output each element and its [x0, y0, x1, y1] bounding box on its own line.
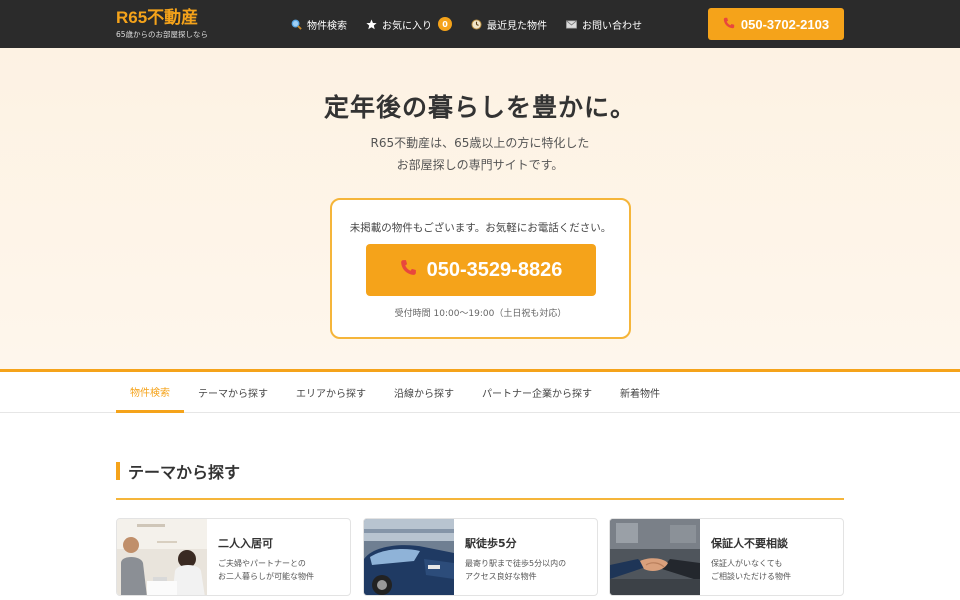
- tab-line[interactable]: 沿線から探す: [394, 372, 454, 413]
- header-nav: 物件検索 お気に入り 0 最近見た物件 お問い合わせ: [290, 0, 642, 48]
- hero-description: R65不動産は、65歳以上の方に特化した お部屋探しの専門サイトです。: [0, 132, 960, 176]
- search-tabs: 物件検索 テーマから探す エリアから探す 沿線から探す パートナー企業から探す …: [0, 369, 960, 413]
- theme-card-image: [610, 519, 700, 595]
- nav-label: 最近見た物件: [487, 20, 547, 32]
- theme-card-desc-line: お二人暮らしが可能な物件: [218, 572, 314, 581]
- theme-card-desc-line: アクセス良好な物件: [465, 572, 537, 581]
- theme-card-title: 二人入居可: [218, 537, 273, 550]
- tab-area[interactable]: エリアから探す: [296, 372, 366, 413]
- theme-card-description: 最寄り駅まで徒歩5分以内の アクセス良好な物件: [465, 557, 566, 583]
- cta-phone-button[interactable]: 050-3529-8826: [366, 244, 596, 296]
- section-accent-bar: [116, 462, 120, 480]
- theme-card-image: [117, 519, 207, 595]
- site-header: R65不動産 65歳からのお部屋探しなら 物件検索 お気に入り 0 最近見た物件: [0, 0, 960, 48]
- hero-desc-line: R65不動産は、65歳以上の方に特化した: [370, 136, 590, 150]
- cta-phone-number: 050-3529-8826: [426, 258, 563, 281]
- nav-label: お気に入り: [382, 20, 432, 32]
- header-phone-button[interactable]: 050-3702-2103: [708, 8, 844, 40]
- theme-card-desc-line: ご夫婦やパートナーとの: [218, 559, 306, 568]
- tab-theme[interactable]: テーマから探す: [198, 372, 268, 413]
- tab-partner[interactable]: パートナー企業から探す: [482, 372, 592, 413]
- nav-recently-viewed[interactable]: 最近見た物件: [470, 17, 547, 32]
- hero-section: 定年後の暮らしを豊かに。 R65不動産は、65歳以上の方に特化した お部屋探しの…: [0, 48, 960, 369]
- phone-cta-box: 未掲載の物件もございます。お気軽にお電話ください。 050-3529-8826 …: [330, 198, 631, 339]
- nav-favorites[interactable]: お気に入り 0: [365, 17, 452, 32]
- theme-card-no-guarantor[interactable]: 保証人不要相談 保証人がいなくても ご相談いただける物件: [609, 518, 844, 596]
- phone-icon: [723, 17, 735, 32]
- hero-title: 定年後の暮らしを豊かに。: [323, 93, 636, 122]
- nav-property-search[interactable]: 物件検索: [290, 17, 347, 32]
- cta-business-hours: 受付時間 10:00〜19:00（土日祝も対応）: [394, 309, 567, 319]
- theme-card-desc-line: ご相談いただける物件: [711, 572, 791, 581]
- theme-card-image: [364, 519, 454, 595]
- header-phone-number: 050-3702-2103: [740, 16, 830, 32]
- tab-property-search[interactable]: 物件検索: [116, 372, 184, 413]
- star-icon: [365, 18, 377, 30]
- theme-card-title: 保証人不要相談: [711, 537, 788, 550]
- cta-note: 未掲載の物件もございます。お気軽にお電話ください。: [349, 222, 612, 234]
- hero-desc-line: お部屋探しの専門サイトです。: [396, 158, 564, 172]
- nav-label: お問い合わせ: [582, 20, 642, 32]
- theme-card-description: 保証人がいなくても ご相談いただける物件: [711, 557, 791, 583]
- logo-title: R65不動産: [116, 8, 199, 27]
- theme-card-station[interactable]: 駅徒歩5分 最寄り駅まで徒歩5分以内の アクセス良好な物件: [363, 518, 598, 596]
- nav-label: 物件検索: [307, 20, 347, 32]
- theme-card-couple[interactable]: 二人入居可 ご夫婦やパートナーとの お二人暮らしが可能な物件: [116, 518, 351, 596]
- theme-card-desc-line: 最寄り駅まで徒歩5分以内の: [465, 559, 567, 568]
- phone-icon: [400, 259, 417, 282]
- theme-card-description: ご夫婦やパートナーとの お二人暮らしが可能な物件: [218, 557, 314, 583]
- theme-card-title: 駅徒歩5分: [465, 537, 517, 550]
- site-logo[interactable]: R65不動産 65歳からのお部屋探しなら: [116, 9, 208, 40]
- theme-card-desc-line: 保証人がいなくても: [711, 559, 783, 568]
- logo-subtitle: 65歳からのお部屋探しなら: [116, 30, 209, 39]
- tab-new-listings[interactable]: 新着物件: [620, 372, 660, 413]
- favorites-count-badge: 0: [438, 17, 452, 31]
- section-heading: テーマから探す: [116, 461, 241, 482]
- clock-icon: [470, 18, 482, 30]
- section-title: テーマから探す: [128, 463, 241, 482]
- section-divider: [116, 498, 844, 500]
- nav-contact[interactable]: お問い合わせ: [565, 17, 642, 32]
- search-icon: [290, 18, 302, 30]
- mail-icon: [565, 18, 577, 30]
